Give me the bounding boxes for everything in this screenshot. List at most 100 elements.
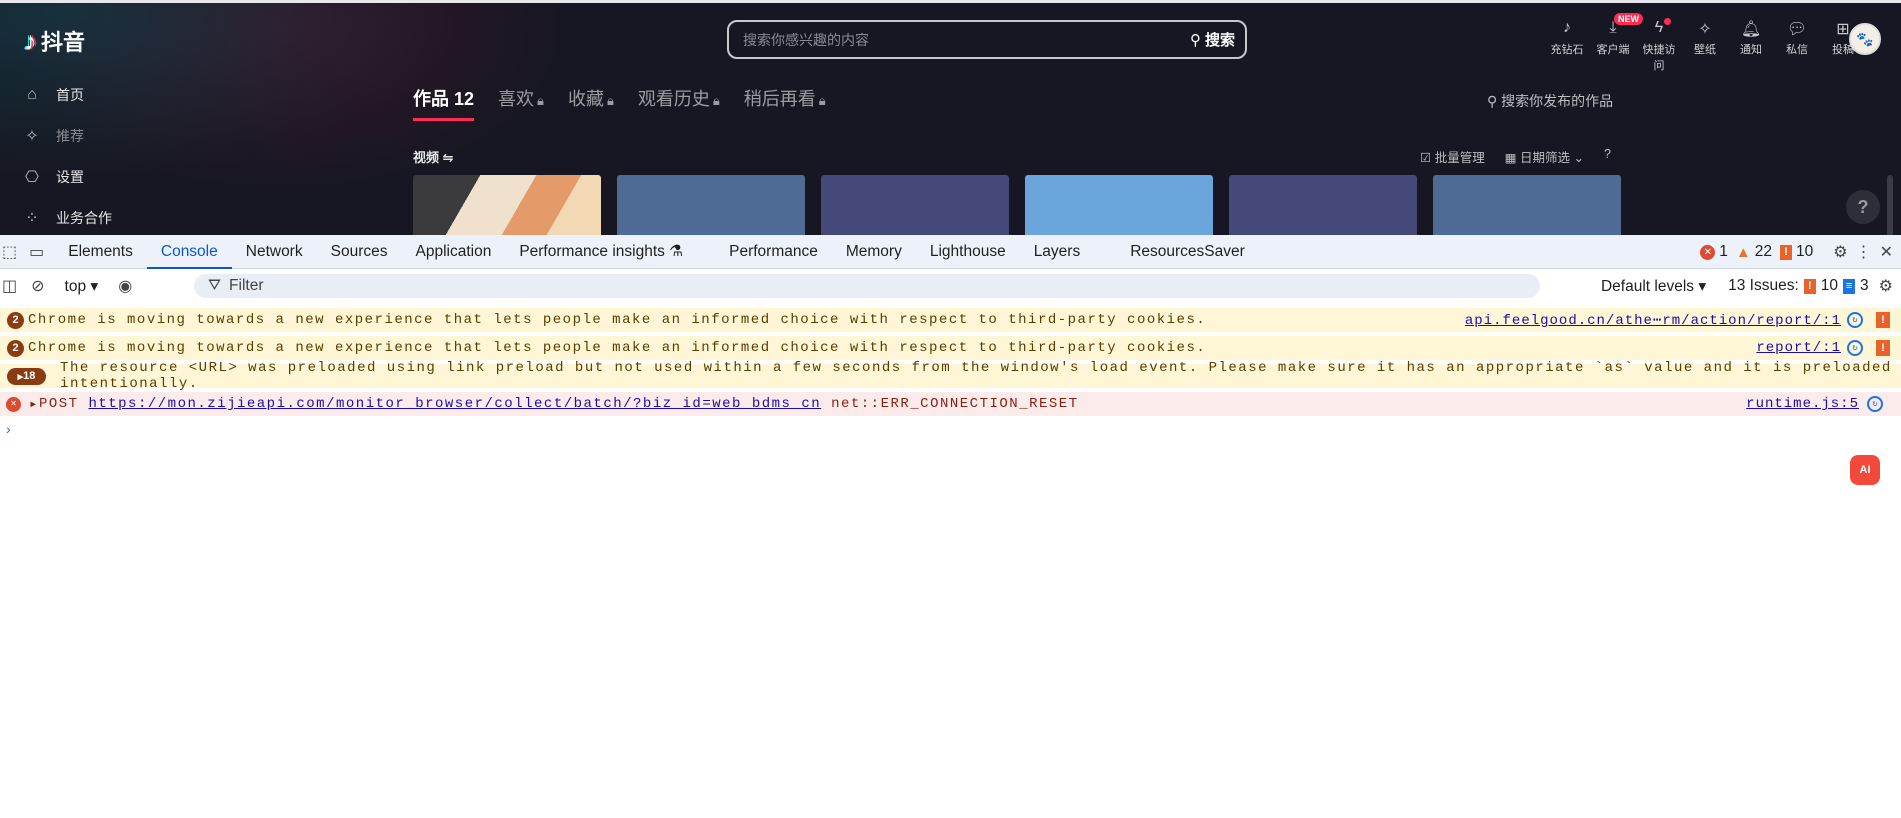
- top-wallpaper[interactable]: ✧ 壁纸: [1686, 19, 1724, 73]
- search-button[interactable]: ⚲ 搜索: [1190, 29, 1235, 50]
- home-icon: ⌂: [27, 86, 37, 103]
- tab-watch-later[interactable]: 稍后再看 🔒︎: [744, 85, 826, 111]
- lock-icon: 🔒︎: [712, 93, 720, 108]
- sidebar-toggle-icon[interactable]: ◫: [2, 276, 17, 296]
- sidebar-item-recommend[interactable]: ✧ 推荐: [22, 124, 112, 148]
- tiktok-note-icon: ♪: [24, 25, 37, 56]
- tab-history[interactable]: 观看历史 🔒︎: [638, 85, 720, 111]
- warning-icon: ▲: [1735, 243, 1751, 261]
- settings-gear-icon[interactable]: ⚙: [1833, 242, 1847, 262]
- tab-console[interactable]: Console: [146, 235, 232, 269]
- tab-works[interactable]: 作品 12: [413, 85, 475, 121]
- search-input[interactable]: 搜索你感兴趣的内容: [743, 30, 1190, 50]
- date-filter-button[interactable]: ▦ 日期筛选 ⌄: [1505, 147, 1584, 166]
- tab-application[interactable]: Application: [401, 235, 505, 269]
- flask-icon: ⚗: [669, 242, 684, 260]
- context-select[interactable]: top ▾: [65, 277, 99, 296]
- source-link[interactable]: runtime.js:5: [1746, 396, 1859, 412]
- issues-button[interactable]: 13 Issues:! 10 ≡ 3: [1728, 277, 1869, 295]
- tab-likes[interactable]: 喜欢 🔒︎: [498, 85, 544, 111]
- more-menu-icon[interactable]: ⋮: [1856, 242, 1872, 262]
- warning-count[interactable]: ▲ 22: [1736, 243, 1772, 261]
- tab-sources[interactable]: Sources: [317, 235, 402, 269]
- help-icon[interactable]: ?: [1604, 147, 1611, 166]
- lock-icon: 🔒︎: [606, 93, 614, 108]
- repeat-count: ▸ 18: [7, 367, 47, 385]
- tab-elements[interactable]: Elements: [54, 235, 147, 269]
- help-float-button[interactable]: ?: [1846, 190, 1880, 224]
- chevron-down-icon: ⌄: [1573, 151, 1584, 165]
- avatar[interactable]: 🐾: [1849, 23, 1881, 55]
- devtools-tabbar: ⬚ ▭ Elements Console Network Sources App…: [0, 235, 1901, 269]
- sparkle-icon: ✧: [25, 128, 39, 145]
- gear-icon: ⎔: [25, 169, 39, 186]
- network-request-icon[interactable]: ↻: [1847, 312, 1863, 328]
- lock-icon: 🔒︎: [818, 93, 826, 108]
- issue-count[interactable]: ! 10: [1780, 243, 1813, 261]
- video-thumbnail[interactable]: [617, 175, 805, 235]
- video-thumbnail[interactable]: [1433, 175, 1621, 235]
- error-icon: ✕: [6, 396, 21, 412]
- source-link[interactable]: report/:1: [1756, 340, 1841, 356]
- top-notify[interactable]: 🔔︎ 通知: [1732, 19, 1770, 73]
- douyin-logo[interactable]: ♪ 抖音: [24, 25, 85, 57]
- request-url-link[interactable]: https://mon.zijieapi.com/monitor_browser…: [88, 396, 821, 412]
- video-thumbnail[interactable]: [1025, 175, 1213, 235]
- bell-icon: 🔔︎: [1740, 21, 1762, 38]
- checkbox-icon: ☑: [1420, 151, 1435, 165]
- top-message[interactable]: 💬︎ 私信: [1778, 19, 1816, 73]
- source-link[interactable]: api.feelgood.cn/athe⋯rm/action/report/:1: [1465, 312, 1841, 329]
- console-message-error[interactable]: ✕ ▸ POST https://mon.zijieapi.com/monito…: [0, 392, 1901, 416]
- top-client[interactable]: ⤓ NEW 客户端: [1594, 13, 1643, 73]
- videos-filter[interactable]: 视频 ⇋: [413, 147, 454, 166]
- tab-performance[interactable]: Performance: [715, 235, 832, 269]
- tab-performance-insights[interactable]: Performance insights ⚗: [505, 235, 697, 269]
- filter-input[interactable]: ⛛ Filter: [194, 274, 1540, 298]
- console-settings-gear-icon[interactable]: ⚙: [1879, 276, 1893, 296]
- expand-arrow-icon[interactable]: ▸: [29, 396, 39, 413]
- tab-network[interactable]: Network: [232, 235, 317, 269]
- log-levels-select[interactable]: Default levels ▾: [1601, 277, 1706, 296]
- page-scrollbar[interactable]: [1887, 175, 1893, 235]
- grid-icon: ⁘: [25, 210, 39, 227]
- tab-lighthouse[interactable]: Lighthouse: [916, 235, 1020, 269]
- top-quick-access[interactable]: ϟ 快捷访问: [1640, 18, 1678, 73]
- issue-icon[interactable]: !: [1876, 340, 1890, 356]
- device-toolbar-icon[interactable]: ▭: [29, 242, 44, 262]
- search-my-works[interactable]: ⚲ 搜索你发布的作品: [1487, 91, 1613, 111]
- live-expression-eye-icon[interactable]: ◉: [118, 276, 132, 296]
- douyin-page: ♪ 抖音 搜索你感兴趣的内容 ⚲ 搜索 ♪ 充钻石 ⤓ NEW 客户端 ϟ 快捷访问 ✧ 壁纸…: [0, 0, 1901, 235]
- sidebar-item-business[interactable]: ⁘ 业务合作: [22, 206, 112, 230]
- inspect-element-icon[interactable]: ⬚: [2, 242, 17, 262]
- console-prompt[interactable]: ›: [6, 421, 11, 437]
- video-thumbnail[interactable]: [1229, 175, 1417, 235]
- clear-console-icon[interactable]: ⊘: [31, 276, 44, 296]
- ai-assistant-button[interactable]: AI: [1850, 455, 1880, 485]
- console-message-warning: 2 Chrome is moving towards a new experie…: [0, 308, 1901, 332]
- video-thumbnail[interactable]: [413, 175, 601, 235]
- tab-resourcessaver[interactable]: ResourcesSaver: [1116, 235, 1259, 269]
- issue-icon[interactable]: !: [1876, 312, 1890, 328]
- tab-layers[interactable]: Layers: [1020, 235, 1095, 269]
- tab-memory[interactable]: Memory: [832, 235, 916, 269]
- wallpaper-icon: ✧: [1698, 21, 1712, 38]
- network-request-icon[interactable]: ↻: [1867, 396, 1883, 412]
- batch-manage-button[interactable]: ☑ 批量管理: [1420, 147, 1485, 166]
- console-message-warning: 2 Chrome is moving towards a new experie…: [0, 336, 1901, 360]
- repeat-count: 2: [7, 339, 24, 357]
- video-thumbnail[interactable]: [821, 175, 1009, 235]
- message-icon: 💬︎: [1786, 21, 1808, 38]
- console-message-warning[interactable]: ▸ 18 The resource <URL> was preloaded us…: [0, 360, 1901, 392]
- search-icon: ⚲: [1189, 31, 1201, 49]
- site-search[interactable]: 搜索你感兴趣的内容 ⚲ 搜索: [727, 20, 1247, 59]
- sidebar-item-home[interactable]: ⌂ 首页: [22, 83, 112, 107]
- close-icon[interactable]: ✕: [1880, 242, 1893, 262]
- tab-favorites[interactable]: 收藏 🔒︎: [568, 85, 614, 111]
- error-icon: ✕: [1700, 244, 1716, 260]
- top-diamond[interactable]: ♪ 充钻石: [1548, 19, 1586, 73]
- network-request-icon[interactable]: ↻: [1847, 340, 1863, 356]
- sidebar-item-settings[interactable]: ⎔ 设置: [22, 165, 112, 189]
- filter-funnel-icon: ⛛: [208, 277, 222, 294]
- error-count[interactable]: ✕ 1: [1700, 243, 1728, 261]
- issue-icon: !: [1803, 278, 1816, 294]
